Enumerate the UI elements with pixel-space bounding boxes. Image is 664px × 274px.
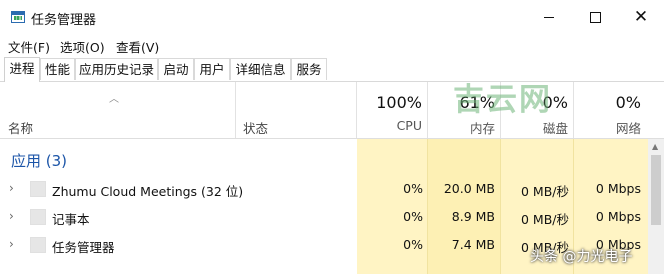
memory-cell: 7.4 MB: [451, 237, 495, 252]
column-status[interactable]: 状态: [243, 118, 268, 137]
minimize-icon: [544, 16, 554, 18]
maximize-button[interactable]: [572, 0, 618, 34]
tab-performance[interactable]: 性能: [40, 58, 75, 80]
tab-users[interactable]: 用户: [194, 58, 230, 80]
disk-cell: 0 MB/秒: [521, 184, 569, 199]
process-name: 任务管理器: [52, 240, 115, 255]
tab-app-history[interactable]: 应用历史记录: [75, 58, 158, 80]
process-row[interactable]: › Zhumu Cloud Meetings (32 位) 0% 20.0 MB…: [0, 176, 648, 204]
network-cell: 0 Mbps: [595, 209, 641, 224]
chevron-right-icon[interactable]: ›: [9, 181, 14, 195]
minimize-button[interactable]: [526, 0, 572, 34]
disk-cell: 0 MB/秒: [521, 212, 569, 227]
maximize-icon: [589, 11, 601, 23]
tab-bar: 进程 性能 应用历史记录 启动 用户 详细信息 服务: [0, 57, 664, 82]
tab-processes[interactable]: 进程: [4, 57, 40, 82]
menu-file[interactable]: 文件(F): [8, 37, 50, 56]
menu-bar: 文件(F) 选项(O) 查看(V): [0, 34, 664, 56]
task-manager-icon: [11, 11, 25, 23]
column-header: ︿ 名称 状态 100% CPU 61% 内存 0% 磁盘 0% 网络: [0, 82, 664, 139]
scroll-up-icon[interactable]: ▲: [652, 142, 658, 151]
vertical-scrollbar[interactable]: ▲: [648, 139, 664, 274]
group-header-apps[interactable]: 应用 (3): [11, 150, 67, 171]
window-title: 任务管理器: [31, 13, 97, 28]
network-percent[interactable]: 0%: [571, 93, 641, 112]
memory-cell: 8.9 MB: [451, 209, 495, 224]
column-name[interactable]: 名称: [8, 118, 33, 137]
cpu-cell: 0%: [403, 181, 423, 196]
menu-options[interactable]: 选项(O): [60, 37, 105, 56]
tab-services[interactable]: 服务: [291, 58, 327, 80]
close-button[interactable]: ✕: [618, 0, 664, 34]
process-icon: [30, 181, 46, 197]
process-name: 记事本: [52, 212, 90, 227]
tab-startup[interactable]: 启动: [158, 58, 194, 80]
chevron-right-icon[interactable]: ›: [9, 237, 14, 251]
process-name: Zhumu Cloud Meetings (32 位): [52, 184, 244, 199]
tab-details[interactable]: 详细信息: [230, 58, 291, 80]
cpu-percent[interactable]: 100%: [352, 93, 422, 112]
network-cell: 0 Mbps: [595, 181, 641, 196]
close-icon: ✕: [633, 6, 649, 27]
column-cpu[interactable]: CPU: [352, 118, 422, 133]
credit-overlay: 头条 @力光电子: [530, 249, 633, 265]
menu-view[interactable]: 查看(V): [116, 37, 159, 56]
column-disk[interactable]: 磁盘: [498, 118, 568, 137]
chevron-right-icon[interactable]: ›: [9, 209, 14, 223]
column-memory[interactable]: 内存: [425, 118, 495, 137]
watermark-text: 吉云网: [453, 82, 552, 118]
cpu-cell: 0%: [403, 209, 423, 224]
column-divider[interactable]: [235, 82, 236, 138]
cpu-cell: 0%: [403, 237, 423, 252]
process-row[interactable]: › 记事本 0% 8.9 MB 0 MB/秒 0 Mbps: [0, 204, 648, 232]
column-network[interactable]: 网络: [571, 118, 641, 137]
memory-cell: 20.0 MB: [443, 181, 495, 196]
process-icon: [30, 209, 46, 225]
sort-up-icon: ︿: [109, 94, 119, 105]
process-icon: [30, 237, 46, 253]
title-bar: 任务管理器 ✕: [0, 0, 664, 34]
scrollbar-thumb[interactable]: [651, 155, 661, 225]
